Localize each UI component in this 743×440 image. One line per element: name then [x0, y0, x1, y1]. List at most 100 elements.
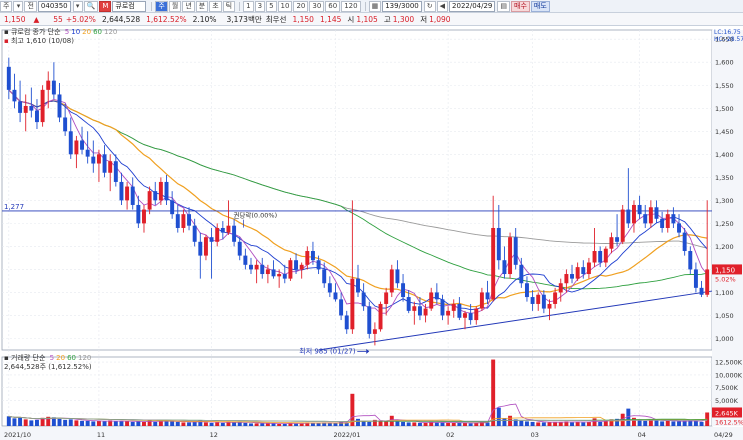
quote-bar: 1,150 ▲ 55 +5.02% 2,644,528 1,612.52% 2.… [0, 13, 743, 26]
candle-body [406, 297, 411, 311]
open-label: 시 [347, 14, 355, 24]
x-axis-label: 2022/01 [333, 431, 360, 439]
volume-tick-label: 12,500K [715, 359, 743, 367]
calendar-icon[interactable]: ▤ [497, 0, 511, 12]
volume-bar [581, 422, 586, 426]
volume-bar [530, 421, 535, 426]
period-button-5[interactable]: 틱 [222, 0, 236, 12]
volume-bar [541, 422, 546, 426]
candle-body [18, 101, 23, 113]
candle-body [91, 156, 96, 164]
code-dropdown-icon[interactable]: ▾ [72, 0, 83, 12]
dropdown-arrow-icon[interactable]: ▾ [13, 0, 24, 12]
volume-bar [265, 423, 270, 426]
period-button-0[interactable]: 주 [155, 0, 168, 12]
buy-button[interactable]: 매수 [511, 0, 530, 12]
volume-bar [130, 421, 135, 426]
candle-body [322, 269, 327, 284]
candle-body [389, 269, 394, 293]
volume-bar [575, 421, 580, 426]
stock-code-input[interactable]: 040350 [37, 0, 71, 12]
candle-body [198, 241, 203, 256]
candle-body [153, 191, 158, 201]
price-tick-label: 1,500 [715, 105, 734, 113]
ma-legend-60: 60 [93, 28, 103, 36]
candle-body [665, 214, 670, 228]
volume-bar [142, 421, 146, 426]
candle-body [626, 209, 631, 224]
volume-bar [203, 422, 208, 426]
candle-body [203, 237, 208, 256]
period-button-1[interactable]: 월 [168, 0, 182, 12]
grid-icon[interactable]: ▦ [368, 0, 382, 12]
volume-bar [243, 422, 248, 426]
minute-button-1[interactable]: 3 [254, 0, 266, 12]
volume-bar [457, 422, 462, 426]
candle-body [46, 80, 51, 90]
candle-body [310, 251, 315, 261]
volume-bar [63, 419, 68, 426]
candle-body [620, 209, 625, 242]
date-input[interactable]: 2022/04/29 [449, 0, 496, 12]
minute-button-6[interactable]: 60 [325, 0, 341, 12]
candle-body [434, 292, 439, 300]
volume-bar [6, 416, 11, 426]
candle-body [468, 313, 473, 321]
candle-body [536, 294, 541, 304]
minute-button-4[interactable]: 20 [293, 0, 309, 12]
volume-bar [660, 421, 665, 426]
volume-bar [249, 423, 253, 426]
search-icon[interactable]: 🔍 [83, 0, 99, 12]
candle-body [209, 237, 214, 242]
candle-body [513, 237, 518, 265]
divider [239, 1, 241, 11]
high-marker-label: ▪ 최고 1,610 (10/08) [4, 36, 74, 46]
volume-bar [446, 422, 451, 426]
volume-bar [277, 423, 282, 426]
minute-button-0[interactable]: 1 [243, 0, 254, 12]
up-arrow-icon: ▲ [33, 14, 40, 24]
volume-bar [586, 421, 591, 426]
minute-button-2[interactable]: 5 [266, 0, 277, 12]
minute-button-3[interactable]: 10 [277, 0, 293, 12]
candle-body [344, 315, 349, 330]
type-select[interactable]: 주 [0, 0, 13, 12]
current-price: 1,150 [4, 14, 26, 24]
volume-bar [401, 421, 406, 426]
volume-bar [96, 420, 101, 426]
candle-body [142, 209, 146, 224]
minute-button-7[interactable]: 120 [341, 0, 361, 12]
period-button-2[interactable]: 년 [182, 0, 195, 12]
period-button-4[interactable]: 초 [209, 0, 222, 12]
volume-bar [254, 423, 259, 426]
price-tick-label: 1,400 [715, 151, 734, 159]
candle-body [147, 191, 152, 210]
candle-body [648, 207, 653, 224]
refresh-icon[interactable]: ↻ [423, 0, 436, 12]
volume-bar [74, 420, 79, 426]
candle-body [74, 140, 79, 155]
period-button-3[interactable]: 분 [195, 0, 209, 12]
candle-body [643, 214, 648, 224]
volume-bar [209, 422, 214, 426]
volume-bar [496, 407, 501, 426]
candle-body [237, 241, 242, 256]
volume-bar [468, 423, 473, 426]
market-select[interactable]: 전 [24, 0, 37, 12]
volume-bar [699, 421, 704, 426]
candle-body [479, 292, 484, 309]
volume-bar [598, 421, 603, 426]
minute-button-5[interactable]: 30 [309, 0, 325, 12]
candle-body [553, 292, 558, 304]
volume-bar [80, 420, 85, 426]
legend-close-icon[interactable]: ▪ [4, 28, 9, 36]
price-volume-chart[interactable]: 1,6501,6001,5501,5001,4501,4001,3501,300… [0, 26, 743, 440]
price-tick-label: 1,300 [715, 197, 734, 205]
legend-close-icon[interactable]: ▪ [4, 354, 9, 362]
volume-bar [491, 359, 496, 426]
prev-icon[interactable]: ◀ [436, 0, 449, 12]
sell-button[interactable]: 매도 [530, 0, 550, 12]
candle-body [491, 227, 496, 300]
volume-bar [237, 422, 242, 426]
data-count[interactable]: 139/3000 [382, 0, 422, 12]
